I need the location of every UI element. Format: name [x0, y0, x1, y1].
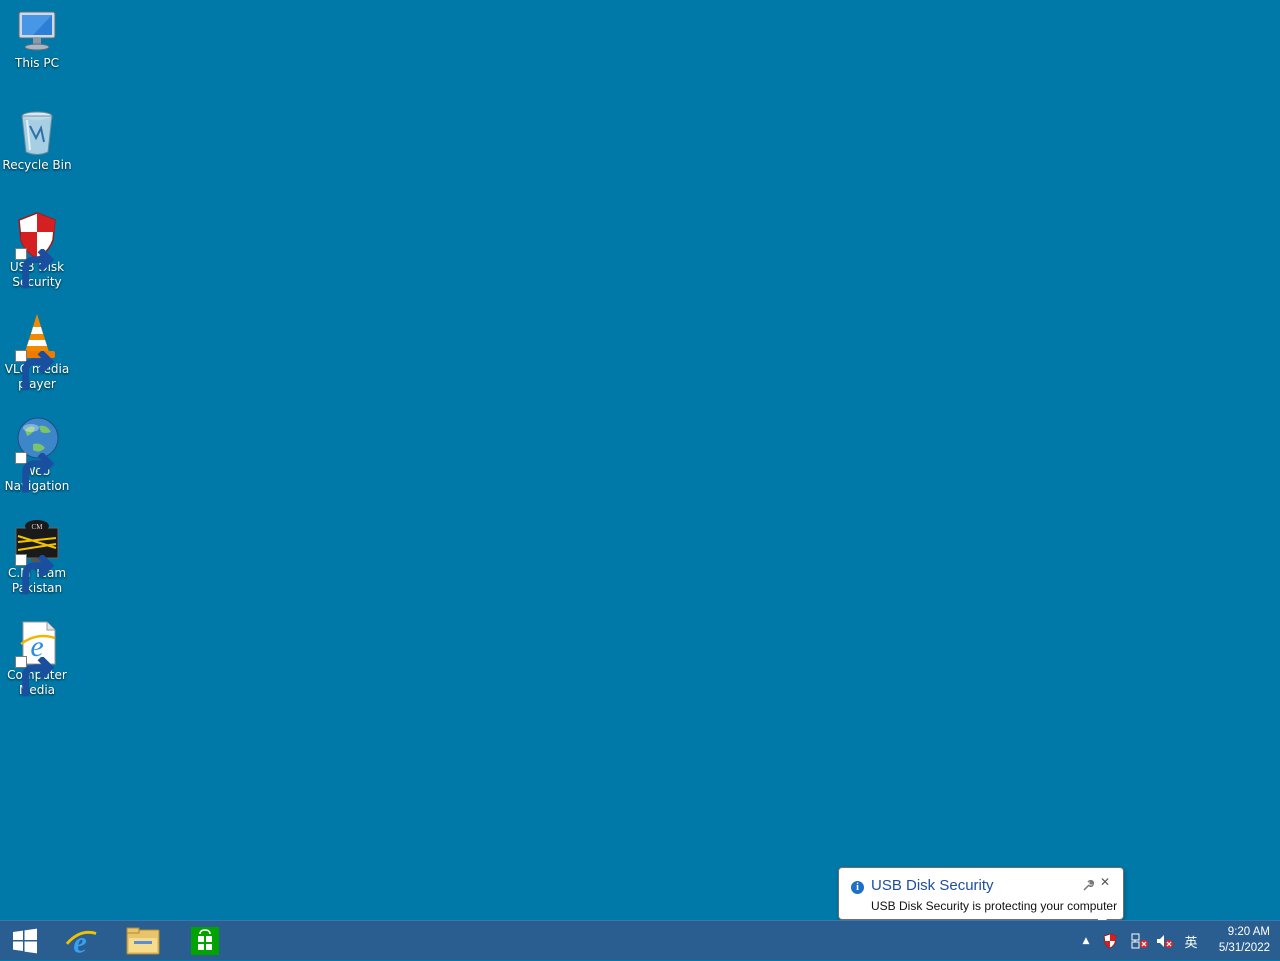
shield-icon — [13, 210, 61, 289]
store-icon — [191, 927, 219, 955]
desktop: This PC Recycle Bin USB Disk Security VL… — [0, 0, 1280, 920]
start-button[interactable] — [0, 921, 50, 961]
taskbar-internet-explorer[interactable]: e — [51, 921, 111, 961]
windows-logo-icon — [13, 928, 37, 954]
desktop-icon-label: Recycle Bin — [2, 158, 72, 172]
desktop-icon-vlc-media-player[interactable]: VLC media player — [0, 312, 74, 392]
desktop-icon-computer-media[interactable]: e Computer Media — [0, 618, 74, 698]
taskbar-store[interactable] — [175, 921, 235, 961]
globe-icon — [13, 414, 61, 493]
taskbar: e ▲ 英 9:20 AM 5/31/2022 — [0, 920, 1280, 960]
ime-indicator[interactable]: 英 — [1181, 931, 1201, 951]
shortcut-arrow-icon — [15, 452, 55, 493]
desktop-icon-recycle-bin[interactable]: Recycle Bin — [0, 108, 74, 173]
desktop-icon-cm-team-pakistan[interactable]: CM C.M Team Pakistan — [0, 516, 74, 596]
taskbar-file-explorer[interactable] — [113, 921, 173, 961]
cm-team-icon: CM — [13, 516, 61, 595]
usb-disk-security-tray-icon[interactable] — [1100, 931, 1120, 951]
shortcut-arrow-icon — [15, 554, 55, 595]
network-icon[interactable] — [1130, 931, 1150, 951]
show-hidden-icons-button[interactable]: ▲ — [1076, 931, 1096, 951]
shield-icon — [1103, 933, 1117, 949]
close-icon[interactable]: ✕ — [1099, 876, 1111, 888]
desktop-icon-web-navigation[interactable]: Web Navigation — [0, 414, 74, 494]
notification-message: USB Disk Security is protecting your com… — [871, 899, 1118, 913]
notification-balloon[interactable]: i USB Disk Security USB Disk Security is… — [838, 867, 1124, 931]
svg-text:CM: CM — [32, 523, 44, 531]
desktop-icon-usb-disk-security[interactable]: USB Disk Security — [0, 210, 74, 290]
notification-title: USB Disk Security — [871, 877, 994, 894]
internet-explorer-icon: e — [13, 618, 61, 697]
volume-muted-icon[interactable] — [1155, 931, 1175, 951]
wrench-icon[interactable] — [1082, 877, 1095, 891]
folder-icon — [126, 927, 160, 955]
info-icon: i — [851, 881, 864, 894]
svg-text:e: e — [73, 925, 86, 957]
desktop-icon-label: This PC — [15, 56, 59, 70]
desktop-icon-this-pc[interactable]: This PC — [0, 6, 74, 71]
recycle-bin-icon — [13, 108, 61, 158]
shortcut-arrow-icon — [15, 656, 55, 697]
clock[interactable]: 9:20 AM 5/31/2022 — [1206, 924, 1270, 956]
vlc-cone-icon — [13, 312, 61, 391]
clock-date: 5/31/2022 — [1218, 942, 1270, 954]
internet-explorer-icon: e — [65, 925, 97, 957]
shortcut-arrow-icon — [15, 248, 55, 289]
computer-icon — [13, 6, 61, 56]
shortcut-arrow-icon — [15, 350, 55, 391]
clock-time: 9:20 AM — [1227, 926, 1270, 938]
